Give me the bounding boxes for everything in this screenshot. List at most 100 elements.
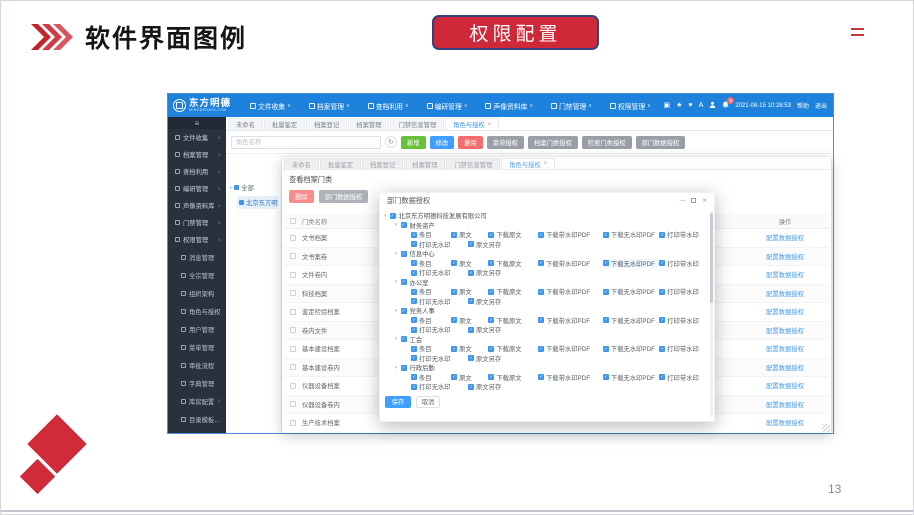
permission-checkbox-item[interactable]: ✓下载无水印PDF <box>603 373 659 382</box>
group-tree-node[interactable]: ▾✓办公室 <box>395 278 707 288</box>
sidebar-item[interactable]: 文件收集∨ <box>168 129 226 146</box>
checkbox-checked[interactable]: ✓ <box>411 327 417 333</box>
row-checkbox[interactable] <box>290 327 296 333</box>
permission-checkbox-item[interactable]: ✓下载带水印PDF <box>538 230 603 239</box>
configure-data-auth-link[interactable]: 配置数据授权 <box>766 254 804 261</box>
delete-button[interactable]: 删除 <box>458 136 483 149</box>
checkbox-checked[interactable]: ✓ <box>538 317 544 323</box>
permission-checkbox-item[interactable]: ✓打印带水印 <box>659 259 707 268</box>
permission-checkbox-item[interactable]: ✓下载原文 <box>488 259 538 268</box>
checkbox-checked[interactable]: ✓ <box>488 346 494 352</box>
permission-checkbox-item[interactable]: ✓条目 <box>411 373 451 382</box>
refresh-button[interactable]: ↻ <box>385 136 397 148</box>
permission-checkbox-item[interactable]: ✓下载带水印PDF <box>538 316 603 325</box>
permission-checkbox-item[interactable]: ✓打印无水印 <box>411 354 468 363</box>
configure-data-auth-link[interactable]: 配置数据授权 <box>766 328 804 335</box>
tree-root-node[interactable]: ∨ 全部 <box>229 183 278 192</box>
checkbox-checked[interactable]: ✓ <box>538 289 544 295</box>
top-menu-item[interactable]: 档案管理∨ <box>300 94 359 117</box>
sidebar-subitem[interactable]: 目录模板设置 <box>168 410 226 428</box>
permission-checkbox-item[interactable]: ✓条目 <box>411 259 451 268</box>
checkbox-checked[interactable]: ✓ <box>659 346 665 352</box>
resize-handle[interactable] <box>822 424 830 432</box>
checkbox-checked[interactable]: ✓ <box>401 336 407 342</box>
group-tree-node[interactable]: ▾✓财务资产 <box>395 221 707 231</box>
checkbox-checked[interactable]: ✓ <box>468 355 474 361</box>
permission-checkbox-item[interactable]: ✓原文另存 <box>468 268 548 277</box>
company-tree-node[interactable]: ▾ ✓ 北京东方明德科技发展有限公司 <box>384 211 707 221</box>
delete-button[interactable]: 删除 <box>289 190 314 203</box>
checkbox-checked[interactable]: ✓ <box>411 232 417 238</box>
configure-data-auth-link[interactable]: 配置数据授权 <box>766 235 804 242</box>
checkbox-checked[interactable]: ✓ <box>411 298 417 304</box>
tree-node-selected[interactable]: 北京东方明德 <box>237 196 278 209</box>
permission-checkbox-item[interactable]: ✓原文另存 <box>468 240 548 249</box>
permission-checkbox-item[interactable]: ✓打印无水印 <box>411 240 468 249</box>
checkbox-checked[interactable]: ✓ <box>603 260 609 266</box>
checkbox-checked[interactable]: ✓ <box>659 289 665 295</box>
checkbox-checked[interactable]: ✓ <box>538 232 544 238</box>
overlay-tab[interactable]: 档案管理 <box>404 158 445 169</box>
permission-checkbox-item[interactable]: ✓下载无水印PDF <box>603 259 659 268</box>
tab-close-icon[interactable]: × <box>488 122 492 128</box>
checkbox-checked[interactable]: ✓ <box>488 289 494 295</box>
grant-button[interactable]: 菜单授权 <box>487 136 524 149</box>
favorite-star-icon[interactable]: ★ <box>676 102 682 109</box>
row-checkbox[interactable] <box>290 401 296 407</box>
checkbox-checked[interactable]: ✓ <box>659 232 665 238</box>
row-checkbox[interactable] <box>290 364 296 370</box>
font-size-icon[interactable]: A <box>699 102 704 109</box>
permission-checkbox-item[interactable]: ✓下载带水印PDF <box>538 287 603 296</box>
checkbox-checked[interactable]: ✓ <box>468 270 474 276</box>
checkbox-checked[interactable]: ✓ <box>411 355 417 361</box>
permission-checkbox-item[interactable]: ✓下载无水印PDF <box>603 344 659 353</box>
permission-checkbox-item[interactable]: ✓条目 <box>411 344 451 353</box>
sidebar-subitem[interactable]: 角色与授权 <box>168 302 226 320</box>
tab-close-icon[interactable]: × <box>544 161 548 167</box>
permission-checkbox-item[interactable]: ✓原文另存 <box>468 382 548 391</box>
checkbox-checked[interactable]: ✓ <box>401 251 407 257</box>
checkbox-checked[interactable]: ✓ <box>411 346 417 352</box>
add-button[interactable]: 新增 <box>401 136 426 149</box>
permission-checkbox-item[interactable]: ✓打印无水印 <box>411 382 468 391</box>
checkbox-checked[interactable]: ✓ <box>411 317 417 323</box>
checkbox-checked[interactable]: ✓ <box>538 260 544 266</box>
checkbox-checked[interactable]: ✓ <box>488 374 494 380</box>
permission-checkbox-item[interactable]: ✓条目 <box>411 230 451 239</box>
theme-skin-icon[interactable]: ♥ <box>688 102 692 109</box>
sidebar-subitem[interactable]: 组织架构 <box>168 284 226 302</box>
permission-checkbox-item[interactable]: ✓打印无水印 <box>411 297 468 306</box>
main-tab[interactable]: 未命名 <box>228 118 263 130</box>
permission-checkbox-item[interactable]: ✓下载原文 <box>488 287 538 296</box>
checkbox-checked[interactable]: ✓ <box>401 365 407 371</box>
configure-data-auth-link[interactable]: 配置数据授权 <box>766 383 804 390</box>
permission-checkbox-item[interactable]: ✓下载无水印PDF <box>603 316 659 325</box>
checkbox-checked[interactable]: ✓ <box>488 317 494 323</box>
permission-checkbox-item[interactable]: ✓下载带水印PDF <box>538 373 603 382</box>
permission-checkbox-item[interactable]: ✓打印带水印 <box>659 287 707 296</box>
sidebar-subitem[interactable]: 字典管理 <box>168 374 226 392</box>
permission-checkbox-item[interactable]: ✓原文 <box>451 344 488 353</box>
overlay-tab[interactable]: 批量鉴定 <box>320 158 361 169</box>
checkbox-checked[interactable]: ✓ <box>468 384 474 390</box>
row-checkbox[interactable] <box>290 290 296 296</box>
overlay-tab[interactable]: 门禁信息管理 <box>446 158 500 169</box>
sidebar-item[interactable]: 查档利用∨ <box>168 163 226 180</box>
permission-checkbox-item[interactable]: ✓原文 <box>451 287 488 296</box>
group-tree-node[interactable]: ▾✓行政后勤 <box>395 363 707 373</box>
permission-checkbox-item[interactable]: ✓下载带水印PDF <box>538 344 603 353</box>
overlay-tab[interactable]: 档案登记 <box>362 158 403 169</box>
row-checkbox[interactable] <box>290 272 296 278</box>
checkbox-checked[interactable]: ✓ <box>603 317 609 323</box>
permission-checkbox-item[interactable]: ✓原文 <box>451 230 488 239</box>
checkbox-checked[interactable]: ✓ <box>451 260 457 266</box>
sidebar-item[interactable]: 编研管理∨ <box>168 180 226 197</box>
checkbox-checked[interactable]: ✓ <box>411 289 417 295</box>
top-menu-item[interactable]: 权限管理∨ <box>601 94 660 117</box>
permission-checkbox-item[interactable]: ✓打印带水印 <box>659 230 707 239</box>
main-tab[interactable]: 批量鉴定 <box>264 118 305 130</box>
help-link[interactable]: 帮助 <box>797 101 809 110</box>
grant-button[interactable]: 检索门类授权 <box>582 136 632 149</box>
permission-checkbox-item[interactable]: ✓打印带水印 <box>659 316 707 325</box>
role-search-input[interactable] <box>231 136 381 149</box>
